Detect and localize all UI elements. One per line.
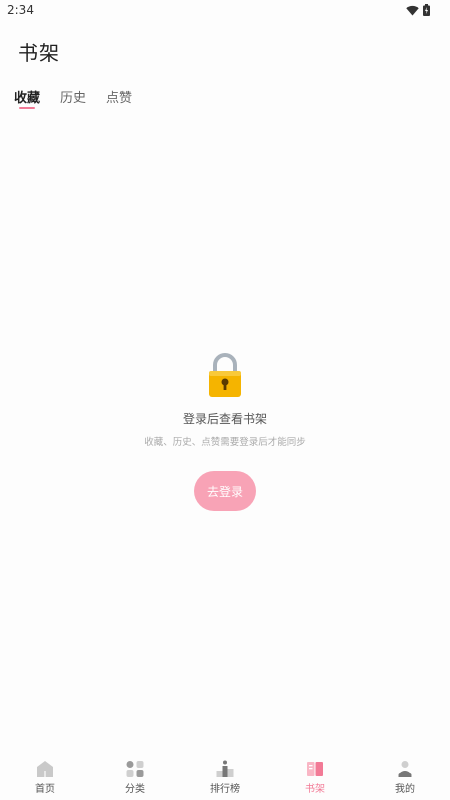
tab-favorites[interactable]: 收藏	[14, 87, 40, 109]
ranking-icon	[216, 760, 234, 777]
nav-ranking-label: 排行榜	[210, 784, 240, 795]
page-title: 书架	[18, 41, 60, 65]
nav-bookshelf[interactable]: 书架	[270, 750, 360, 800]
wifi-icon	[406, 5, 419, 15]
bottom-nav: 首页 分类 排行榜 书架 我的	[0, 750, 450, 800]
nav-category[interactable]: 分类	[90, 750, 180, 800]
nav-home-label: 首页	[35, 784, 55, 795]
bookshelf-icon	[307, 762, 323, 776]
profile-icon	[398, 761, 412, 777]
nav-profile-label: 我的	[395, 784, 415, 795]
active-tab-indicator	[19, 107, 35, 109]
status-bar: 2:34	[0, 0, 450, 22]
home-icon	[37, 761, 53, 777]
bookshelf-screen: 2:34 书架 收藏 历史 点赞 登录后查看书架 收藏、历史、点赞需要登录后才能…	[0, 0, 450, 800]
lock-icon	[209, 353, 241, 397]
nav-category-label: 分类	[125, 784, 145, 795]
nav-home[interactable]: 首页	[0, 750, 90, 800]
nav-bookshelf-label: 书架	[305, 784, 325, 795]
nav-ranking[interactable]: 排行榜	[180, 750, 270, 800]
empty-title: 登录后查看书架	[182, 412, 267, 426]
login-button[interactable]: 去登录	[194, 471, 256, 511]
tab-history-label: 历史	[60, 91, 87, 106]
tab-likes[interactable]: 点赞	[106, 87, 132, 109]
status-icons	[406, 4, 430, 16]
tab-favorites-label: 收藏	[14, 91, 41, 106]
empty-state: 登录后查看书架 收藏、历史、点赞需要登录后才能同步	[0, 352, 450, 448]
empty-subtitle: 收藏、历史、点赞需要登录后才能同步	[144, 437, 306, 448]
status-time: 2:34	[7, 3, 34, 17]
category-icon	[126, 761, 144, 777]
nav-profile[interactable]: 我的	[360, 750, 450, 800]
tab-history[interactable]: 历史	[60, 87, 86, 109]
tab-likes-label: 点赞	[106, 91, 133, 106]
tab-bar: 收藏 历史 点赞	[14, 87, 132, 109]
battery-icon	[423, 4, 430, 16]
